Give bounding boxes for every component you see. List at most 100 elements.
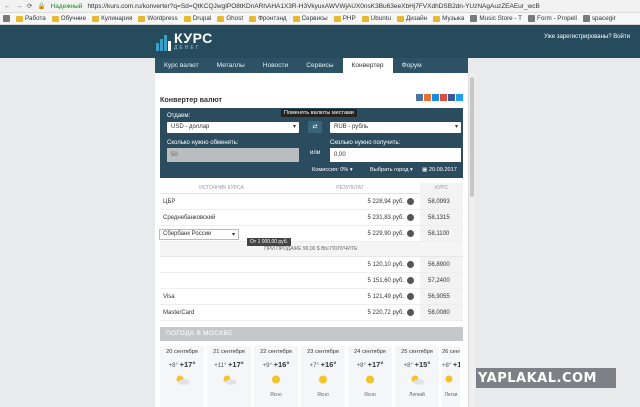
gplus-icon[interactable] [440, 94, 447, 101]
bookmark-item[interactable]: Кулинария [92, 15, 132, 22]
url-text[interactable]: https://kurs.com.ru/konverter?q=Sd=QtKCQ… [87, 3, 539, 10]
bookmark-item[interactable]: Form - Propell [528, 15, 577, 22]
weather-day: 23 сентября +7° +16° Ясно [301, 346, 345, 407]
partly-cloudy-icon [176, 375, 190, 385]
sell-note: ПРИ ПРОДАЖЕ 90,00 $ ВЫ ПОЛУЧИТЕ: [160, 242, 463, 257]
info-icon[interactable] [407, 229, 414, 237]
site-logo[interactable]: КУРС ДЕНЕГ [156, 31, 213, 51]
partly-cloudy-icon [445, 375, 453, 383]
chevron-down-icon: ▾ [292, 124, 296, 130]
apps-icon[interactable] [3, 15, 10, 22]
secure-label: Надежный [50, 2, 83, 10]
bookmark-item[interactable]: Дизайн [396, 15, 427, 22]
share-buttons [416, 94, 463, 101]
amount-input[interactable]: 50 [167, 148, 299, 162]
converter-panel: Отдаем: USD - доллар ▾ Поменять валюты ме… [160, 108, 463, 178]
bank-select[interactable]: Сбербанк России ▾ [159, 229, 239, 240]
swap-tooltip: Поменять валюты местами [281, 109, 357, 117]
facebook-icon[interactable] [448, 94, 455, 101]
table-header: ИСТОЧНИК КУРСА РЕЗУЛЬТАТ КУРС [160, 182, 463, 194]
vk-icon[interactable] [416, 94, 423, 101]
login-link[interactable]: Уже зарегистрированы? Войти [544, 34, 630, 40]
tab-news[interactable]: Новости [254, 58, 298, 73]
table-row: MasterCard 5 220,72 руб. 58,0080 [160, 305, 463, 321]
table-row: Среднебанковский 5 231,83 руб. 58,1315 [160, 210, 463, 226]
get-currency-select[interactable]: RUB - рубль ▾ [330, 122, 461, 133]
weather-widget: ПОГОДА В МОСКВЕ 20 сентября +8° +17° 21 с… [160, 327, 463, 407]
bank-tooltip: От 1 000,00 руб. [247, 238, 291, 246]
page-icon [528, 15, 535, 22]
info-icon[interactable] [407, 213, 414, 221]
folder-icon [92, 15, 100, 22]
partly-cloudy-icon [223, 375, 237, 385]
weather-day: 26 сентября+8° +1Легки [442, 346, 460, 407]
scrollbar[interactable] [468, 73, 475, 407]
page-icon [582, 15, 590, 22]
page-title: Конвертер валют [160, 95, 223, 104]
folder-icon [361, 15, 369, 22]
tab-services[interactable]: Сервисы [297, 58, 342, 73]
info-icon[interactable] [407, 308, 414, 316]
bookmarks-bar: Работа Обучние Кулинария Wordpress Drupa… [0, 13, 640, 25]
scrollbar-thumb[interactable] [470, 77, 474, 197]
folder-icon [292, 15, 300, 22]
weather-title: ПОГОДА В МОСКВЕ [160, 327, 463, 341]
twitter-icon[interactable] [456, 94, 463, 101]
bookmark-item[interactable]: Drupal [183, 15, 211, 22]
table-row: Visa 5 121,49 руб. 56,9055 [160, 289, 463, 305]
folder-icon [217, 15, 225, 22]
weather-day: 25 сентября +8° +15° Легкий [395, 346, 439, 407]
bookmark-item[interactable]: Music Store - T [470, 15, 522, 22]
bookmark-item[interactable]: Фронтэнд [249, 15, 287, 22]
amount-label: Сколько нужно обменять: [167, 140, 239, 146]
main-nav: Курс валют Металлы Новости Сервисы Конве… [155, 58, 468, 73]
info-icon[interactable] [407, 197, 414, 205]
folder-icon [138, 15, 146, 22]
info-icon[interactable] [407, 276, 414, 284]
tab-metals[interactable]: Металлы [208, 58, 254, 73]
info-icon[interactable] [407, 260, 414, 268]
ok-icon[interactable] [424, 94, 431, 101]
bookmark-item[interactable]: Wordpress [138, 15, 178, 22]
chevron-down-icon: ▾ [454, 124, 458, 130]
commission-dropdown[interactable]: Комиссия: 0% ▾ [312, 167, 353, 173]
back-icon[interactable]: ← [4, 3, 11, 10]
tab-rates[interactable]: Курс валют [155, 58, 208, 73]
bookmark-item[interactable]: Ghost [217, 15, 243, 22]
bookmark-item[interactable]: Ubuntu [361, 15, 391, 22]
folder-icon [183, 15, 191, 22]
main-content: Конвертер валют Отдаем: USD - доллар ▾ По… [155, 73, 468, 407]
bookmark-item[interactable]: Обучние [51, 15, 86, 22]
address-bar[interactable]: ← → ⟳ 🔒 Надежный https://kurs.com.ru/kon… [0, 0, 640, 13]
city-dropdown[interactable]: Выбрать город ▾ [370, 167, 413, 173]
receive-input[interactable]: 0,00 [330, 148, 461, 162]
give-currency-select[interactable]: USD - доллар ▾ [167, 122, 299, 133]
table-row: ЦБР 5 228,94 руб. 58,0993 [160, 194, 463, 210]
lock-icon: 🔒 [37, 3, 46, 10]
bookmark-item[interactable]: Сервисы [292, 15, 328, 22]
folder-icon [51, 15, 59, 22]
date-picker[interactable]: ▦ 20.09.2017 [422, 167, 457, 173]
rates-table: ИСТОЧНИК КУРСА РЕЗУЛЬТАТ КУРС ЦБР 5 228,… [160, 182, 463, 321]
weather-day: 22 сентября +9° +16° Ясно [254, 346, 298, 407]
folder-icon [16, 15, 23, 22]
swap-button[interactable]: ⇄ [308, 121, 322, 133]
forward-icon[interactable]: → [16, 3, 23, 10]
tab-forum[interactable]: Форум [393, 58, 431, 73]
bookmark-item[interactable]: spacegir [582, 15, 616, 22]
info-icon[interactable] [407, 292, 414, 300]
logo-bars-icon [156, 33, 171, 51]
partly-cloudy-icon [411, 375, 425, 385]
page-icon [470, 15, 478, 22]
watermark: YAPLAKAL.COM [478, 371, 597, 386]
mail-icon[interactable] [432, 94, 439, 101]
weather-day: 21 сентября +11° +17° [207, 346, 251, 407]
bookmark-item[interactable]: Работа [16, 15, 46, 22]
tab-converter[interactable]: Конвертер [342, 58, 393, 73]
reload-icon[interactable]: ⟳ [27, 2, 32, 10]
table-row: 5 151,60 руб. 57,2400 [160, 273, 463, 289]
give-label: Отдаем: [167, 113, 191, 119]
bookmark-item[interactable]: PHP [333, 15, 356, 22]
bookmark-item[interactable]: Музыка [433, 15, 464, 22]
chevron-down-icon: ▾ [231, 232, 235, 238]
